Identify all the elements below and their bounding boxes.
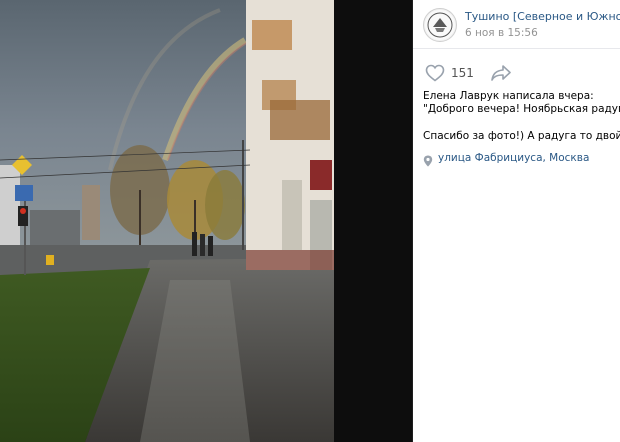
group-name-link[interactable]: Тушино [Северное и Южное] bbox=[465, 10, 620, 23]
post-date[interactable]: 6 ноя в 15:56 bbox=[465, 27, 538, 39]
post-actions: 151 bbox=[425, 62, 512, 84]
group-avatar[interactable] bbox=[423, 8, 457, 42]
viewer-backdrop bbox=[334, 0, 412, 442]
post-text-line: Елена Лаврук написала вчера: bbox=[423, 90, 594, 102]
location-link[interactable]: улица Фабрициуса, Москва bbox=[438, 152, 589, 164]
post-text-line: Спасибо за фото!) А радуга то двойная bbox=[423, 130, 620, 142]
post-photo[interactable] bbox=[0, 0, 334, 442]
post-side-panel: Тушино [Северное и Южное] 6 ноя в 15:56 … bbox=[413, 0, 620, 442]
share-arrow-icon[interactable] bbox=[490, 64, 512, 82]
map-pin-icon bbox=[423, 152, 433, 167]
group-emblem-icon bbox=[425, 10, 455, 40]
photo-viewer bbox=[0, 0, 412, 442]
post-header: Тушино [Северное и Южное] 6 ноя в 15:56 bbox=[413, 0, 620, 49]
post-location[interactable]: улица Фабрициуса, Москва bbox=[423, 152, 589, 167]
post-text-line: "Доброго вечера! Ноябрьская радуга!" bbox=[423, 103, 620, 115]
post-text: Елена Лаврук написала вчера: "Доброго ве… bbox=[423, 90, 620, 143]
rainbow-street-photo bbox=[0, 0, 334, 442]
heart-outline-icon[interactable] bbox=[425, 64, 445, 82]
like-count: 151 bbox=[451, 66, 474, 80]
